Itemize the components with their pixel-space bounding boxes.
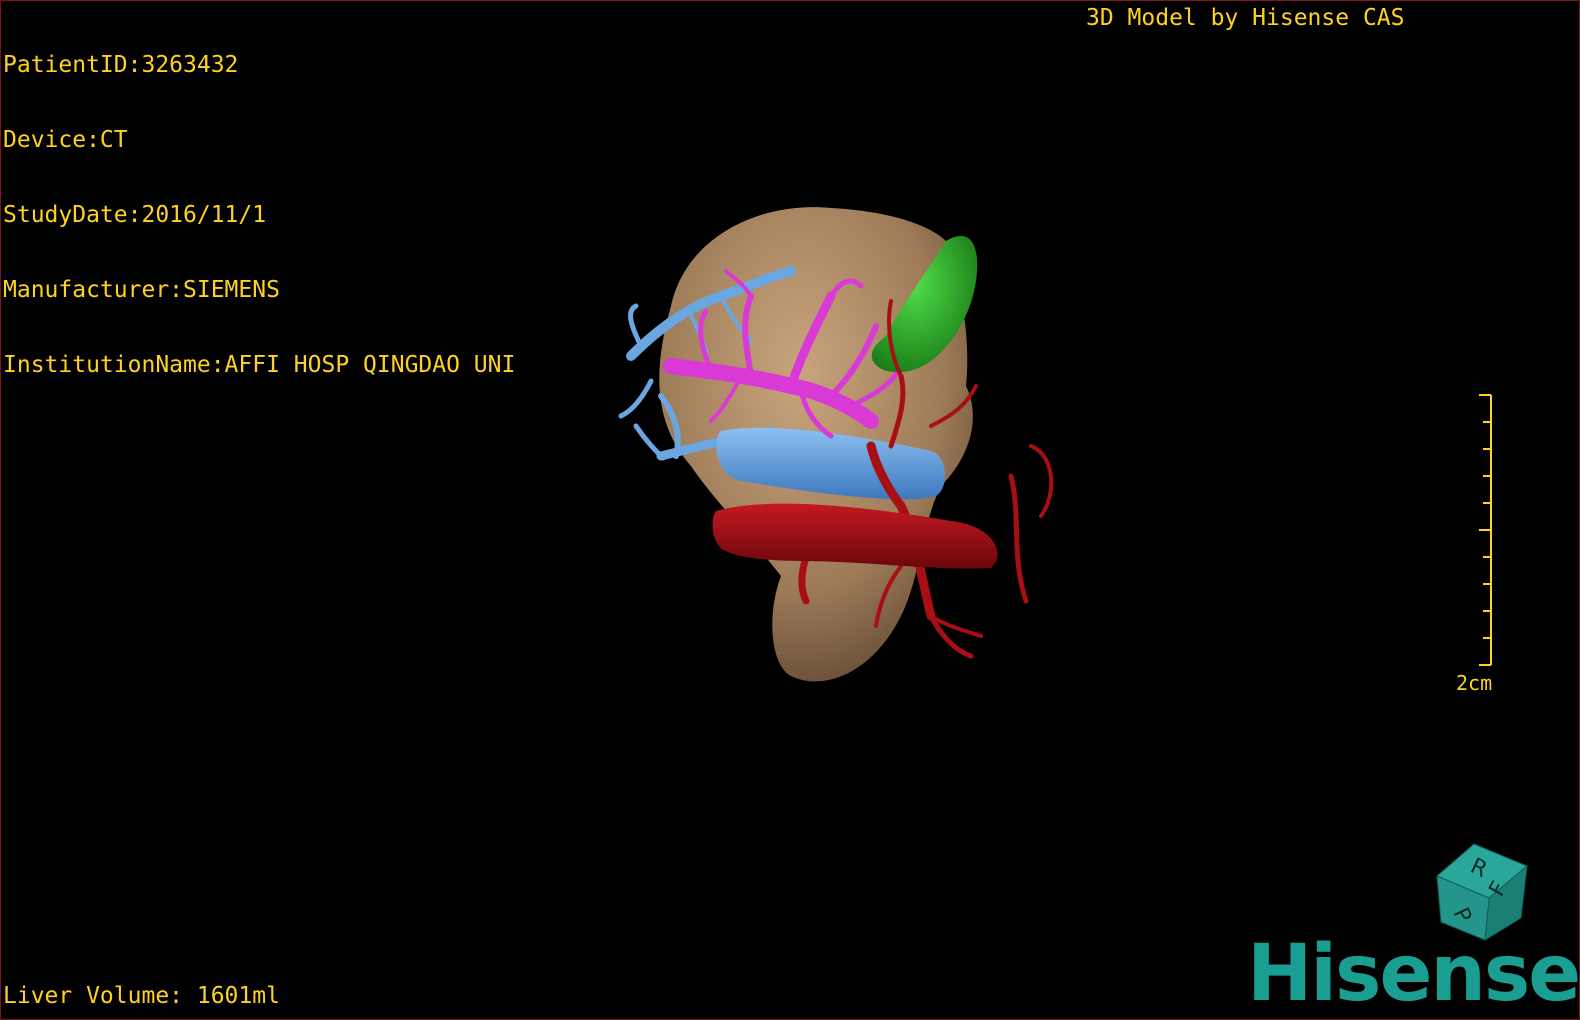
scale-bar-icon [1479,394,1492,666]
liver-3d-model[interactable] [601,196,1081,696]
aorta [712,503,998,569]
dicom-info-overlay: PatientID:3263432 Device:CT StudyDate:20… [3,3,515,428]
patient-id-label: PatientID:3263432 [3,52,239,78]
study-date-label: StudyDate:2016/11/1 [3,202,267,228]
liver-volume-label: Liver Volume: 1601ml [3,983,280,1009]
manufacturer-label: Manufacturer:SIEMENS [3,277,280,303]
scale-bar-label: 2cm [1456,671,1493,695]
hisense-logo: Hisense [1247,929,1580,1019]
3d-viewport[interactable]: PatientID:3263432 Device:CT StudyDate:20… [0,0,1580,1020]
device-label: Device:CT [3,127,128,153]
model-credit-label: 3D Model by Hisense CAS [1086,5,1405,31]
institution-label: InstitutionName:AFFI HOSP QINGDAO UNI [3,352,516,378]
